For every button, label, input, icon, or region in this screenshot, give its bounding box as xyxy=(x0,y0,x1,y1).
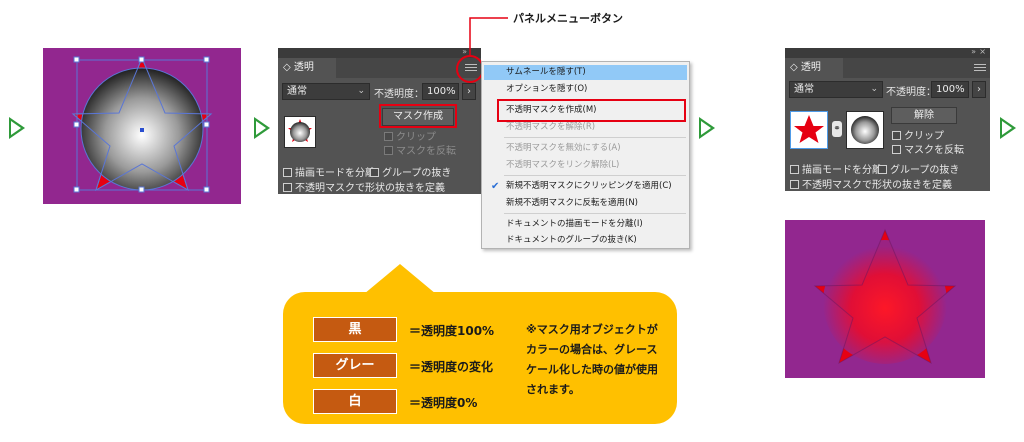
artboard-before xyxy=(43,48,241,204)
checkbox-box xyxy=(878,165,887,174)
menu-separator xyxy=(504,213,686,214)
menu-item-new-mask-clip[interactable]: ✔ 新規不透明マスクにクリッピングを適用(C) xyxy=(484,179,687,194)
panel-flyout-menu: サムネールを隠す(T) オプションを隠す(O) 不透明マスクを作成(M) 不透明… xyxy=(481,61,690,249)
isolate-label: 描画モードを分離 xyxy=(802,165,882,176)
menu-item-hide-thumbnails[interactable]: サムネールを隠す(T) xyxy=(484,65,687,80)
checkbox-box xyxy=(892,131,901,140)
collapse-icon[interactable]: » xyxy=(971,47,976,56)
tab-arrow-icon: ◇ xyxy=(790,62,798,73)
knockout-label: グループの抜き xyxy=(382,168,452,179)
menu-item-page-knockout-group[interactable]: ドキュメントのグループの抜き(K) xyxy=(484,233,687,248)
flow-arrow-icon xyxy=(699,117,715,139)
flow-arrow-icon xyxy=(1000,117,1016,139)
menu-item-hide-options[interactable]: オプションを隠す(O) xyxy=(484,82,687,97)
legend-white: 白 xyxy=(313,389,397,414)
artboard-after xyxy=(785,220,985,378)
checkbox-box xyxy=(384,146,393,155)
flow-arrow-icon xyxy=(254,117,270,139)
menu-item-release-opacity-mask[interactable]: 不透明マスクを解除(R) xyxy=(484,120,687,135)
info-box-pointer xyxy=(364,264,436,294)
grayscale-note: ※マスク用オブジェクトがカラーの場合は、グレースケール化した時の値が使用されます… xyxy=(526,323,658,396)
menu-separator xyxy=(504,137,686,138)
transparency-panel-after: » × ◇ 透明 通常 ⌄ 不透明度： 100% › ⚭ 解除 クリップ マスク… xyxy=(785,47,990,191)
legend-black-value: ＝透明度100% xyxy=(409,324,495,338)
isolate-blending-checkbox[interactable]: 描画モードを分離 xyxy=(790,161,882,176)
blend-mode-value: 通常 xyxy=(287,86,307,97)
blend-mode-select[interactable]: 通常 ⌄ xyxy=(282,83,370,100)
panel-tab-row: ◇ 透明 xyxy=(785,58,990,78)
chevron-down-icon: ⌄ xyxy=(357,86,365,96)
artwork-thumbnail[interactable] xyxy=(284,116,316,148)
blend-mode-select[interactable]: 通常 ⌄ xyxy=(789,81,883,98)
legend-gray-value: ＝透明度の変化 xyxy=(409,360,494,374)
chain-link-icon[interactable]: ⚭ xyxy=(832,121,842,137)
menu-item-disable-opacity-mask[interactable]: 不透明マスクを無効にする(A) xyxy=(484,141,687,156)
menu-item-new-mask-invert[interactable]: 新規不透明マスクに反転を適用(N) xyxy=(484,196,687,211)
opacity-arrow-button[interactable]: › xyxy=(972,81,986,98)
opacity-label: 不透明度： xyxy=(374,89,424,100)
make-opacity-mask-highlight xyxy=(497,99,686,122)
menu-item-unlink-opacity-mask[interactable]: 不透明マスクをリンク解除(L) xyxy=(484,158,687,173)
tab-transparency[interactable]: ◇ 透明 xyxy=(278,58,336,78)
legend-black: 黒 xyxy=(313,317,397,342)
tab-transparency[interactable]: ◇ 透明 xyxy=(785,58,843,78)
checkbox-box xyxy=(790,180,799,189)
invert-label: マスクを反転 xyxy=(904,145,964,156)
panel-titlebar: » × xyxy=(785,47,990,58)
clip-checkbox[interactable]: クリップ xyxy=(384,128,436,143)
opacity-input[interactable]: 100% xyxy=(931,81,969,98)
tab-arrow-icon: ◇ xyxy=(283,62,291,73)
tab-label: 透明 xyxy=(293,62,314,73)
knockout-label: グループの抜き xyxy=(890,165,960,176)
opacity-mask-knockout-checkbox[interactable]: 不透明マスクで形状の抜きを定義 xyxy=(790,176,952,191)
checkbox-box xyxy=(384,132,393,141)
menu-item-page-isolated-blending[interactable]: ドキュメントの描画モードを分離(I) xyxy=(484,217,687,232)
opacity-label: 不透明度： xyxy=(886,87,936,98)
knockout-group-checkbox[interactable]: グループの抜き xyxy=(878,161,959,176)
invert-mask-checkbox[interactable]: マスクを反転 xyxy=(384,142,456,157)
opacity-mask-knockout-label: 不透明マスクで形状の抜きを定義 xyxy=(802,180,952,191)
opacity-mask-knockout-checkbox[interactable]: 不透明マスクで形状の抜きを定義 xyxy=(283,179,445,194)
menu-separator xyxy=(504,175,686,176)
checkbox-box xyxy=(283,183,292,192)
chevron-down-icon: ⌄ xyxy=(870,84,878,94)
legend-gray: グレー xyxy=(313,353,397,378)
panel-menu-button[interactable] xyxy=(974,62,986,73)
tab-label: 透明 xyxy=(800,62,821,73)
make-mask-highlight xyxy=(379,104,457,128)
menu-item-label: 新規不透明マスクにクリッピングを適用(C) xyxy=(506,181,672,191)
masked-star-artwork xyxy=(813,228,957,365)
release-button[interactable]: 解除 xyxy=(891,107,957,124)
callout-label: パネルメニューボタン xyxy=(513,12,623,25)
checkbox-box xyxy=(790,165,799,174)
invert-label: マスクを反転 xyxy=(396,146,456,157)
opacity-mask-knockout-label: 不透明マスクで形状の抜きを定義 xyxy=(295,183,445,194)
artwork-thumbnail[interactable] xyxy=(790,111,828,149)
checkmark-icon: ✔ xyxy=(491,181,500,192)
selected-artwork[interactable] xyxy=(43,48,241,204)
checkbox-box xyxy=(283,168,292,177)
knockout-group-checkbox[interactable]: グループの抜き xyxy=(370,164,451,179)
clip-checkbox[interactable]: クリップ xyxy=(892,127,944,142)
flow-arrow-icon xyxy=(9,117,25,139)
blend-mode-value: 通常 xyxy=(794,84,814,95)
isolate-blending-checkbox[interactable]: 描画モードを分離 xyxy=(283,164,375,179)
isolate-label: 描画モードを分離 xyxy=(295,168,375,179)
checkbox-box xyxy=(892,145,901,154)
opacity-value: 100% xyxy=(936,84,965,95)
legend-white-value: ＝透明度0% xyxy=(409,396,478,410)
invert-mask-checkbox[interactable]: マスクを反転 xyxy=(892,141,964,156)
info-box: 黒 ＝透明度100% グレー ＝透明度の変化 白 ＝透明度0% ※マスク用オブジ… xyxy=(283,292,677,424)
mask-thumbnail[interactable] xyxy=(846,111,884,149)
checkbox-box xyxy=(370,168,379,177)
close-icon[interactable]: × xyxy=(979,47,986,56)
